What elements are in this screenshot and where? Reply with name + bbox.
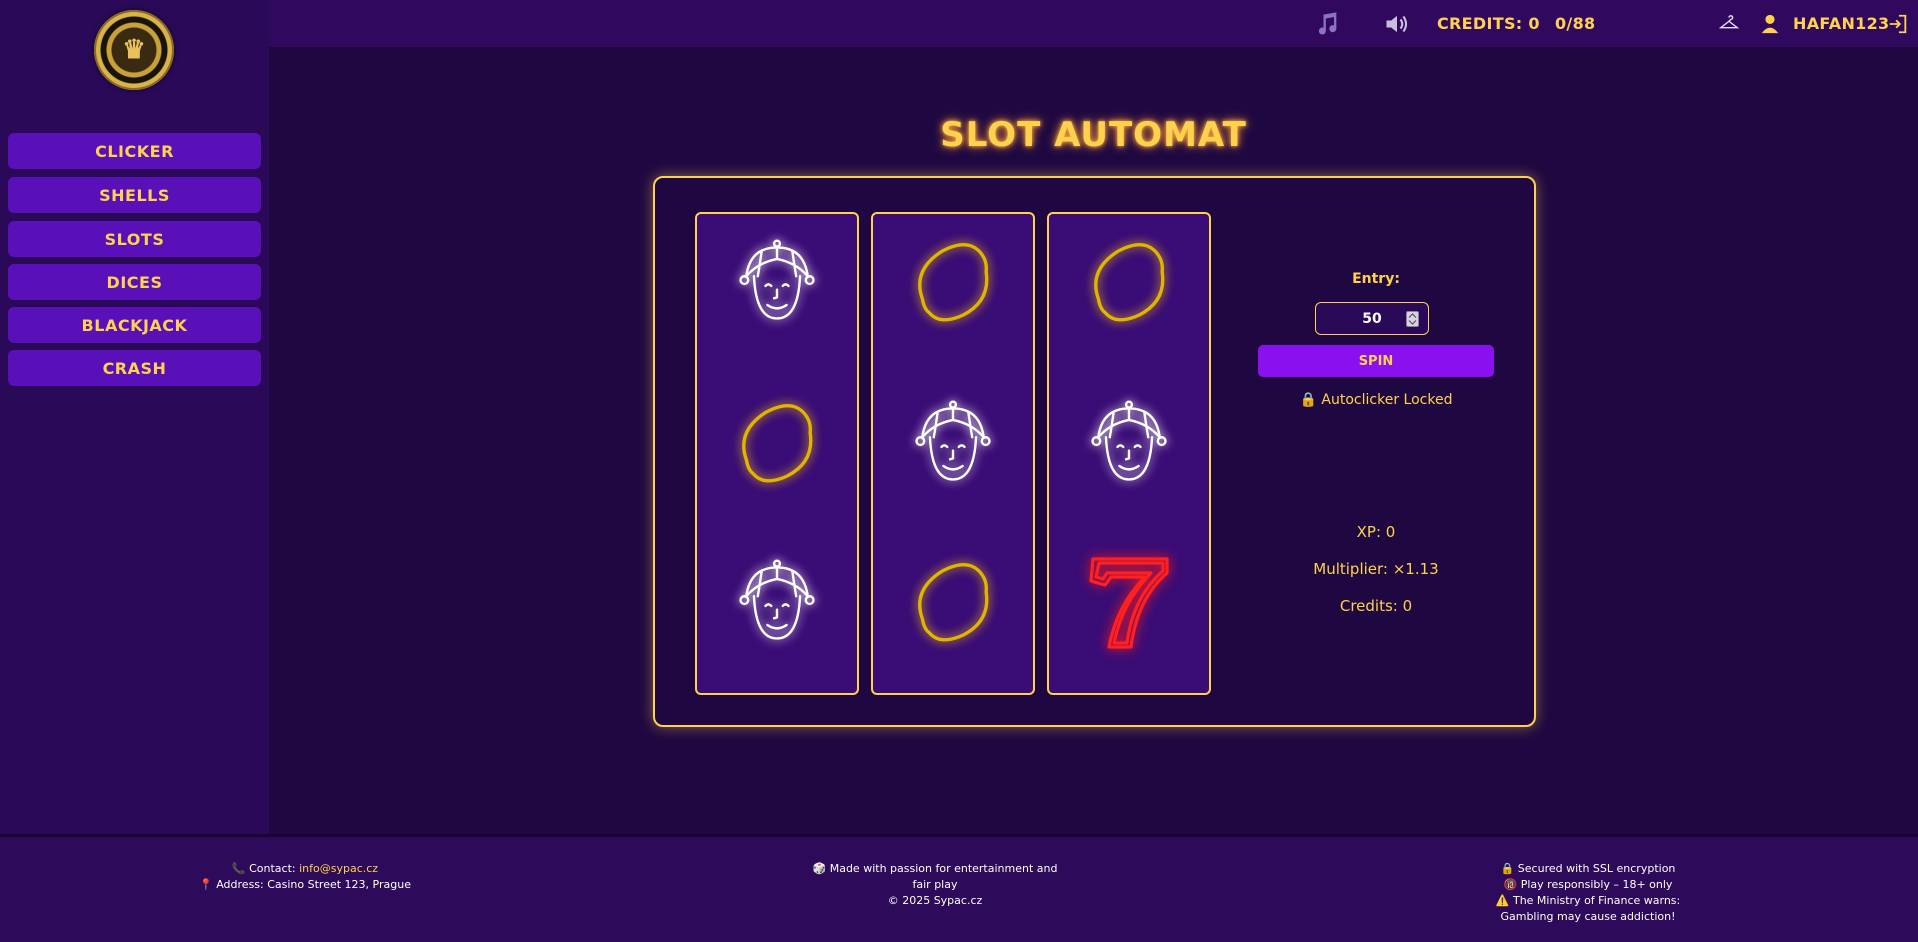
lock-icon: 🔒	[1500, 862, 1515, 875]
lock-icon: 🔒	[1299, 392, 1317, 408]
jester-icon	[697, 547, 857, 657]
sidebar-item-clicker[interactable]: CLICKER	[8, 133, 261, 169]
sidebar-item-slots[interactable]: SLOTS	[8, 221, 261, 257]
contact-email-link[interactable]: info@sypac.cz	[299, 862, 378, 875]
logout-icon[interactable]	[1887, 0, 1909, 47]
phone-icon: 📞	[231, 862, 246, 875]
entry-label: Entry:	[1352, 271, 1400, 287]
copyright: © 2025 Sypac.cz	[887, 894, 983, 907]
warning-icon: ⚠️	[1495, 894, 1510, 907]
sidebar: ♛ CLICKER SHELLS SLOTS DICES BLACKJACK C…	[0, 0, 269, 834]
reel-1	[695, 212, 859, 695]
logo-mark-icon: ♛	[122, 35, 146, 65]
seven-icon	[1049, 547, 1209, 657]
sidebar-item-blackjack[interactable]: BLACKJACK	[8, 307, 261, 343]
speaker-icon[interactable]	[1383, 0, 1411, 47]
contact-line: 📞 Contact: info@sypac.cz	[180, 861, 430, 877]
sidebar-item-crash[interactable]: CRASH	[8, 350, 261, 386]
hanger-icon[interactable]	[1718, 0, 1740, 47]
lemon-icon	[873, 547, 1033, 657]
lemon-icon	[697, 388, 857, 498]
jester-icon	[873, 388, 1033, 498]
jester-icon	[1049, 388, 1209, 498]
ssl-line: 🔒 Secured with SSL encryption	[1468, 861, 1708, 877]
footer-contact: 📞 Contact: info@sypac.cz 📍 Address: Casi…	[180, 861, 430, 893]
dice-icon: 🎲	[812, 862, 827, 875]
sidebar-item-dices[interactable]: DICES	[8, 264, 261, 300]
casino-chip-logo[interactable]: ♛	[94, 10, 174, 90]
page-title: SLOT AUTOMAT	[940, 115, 1247, 155]
responsible-text: Play responsibly – 18+ only	[1520, 878, 1673, 891]
footer: 📞 Contact: info@sypac.cz 📍 Address: Casi…	[0, 834, 1918, 942]
jester-icon	[697, 227, 857, 337]
entry-stepper[interactable]	[1406, 311, 1419, 327]
music-note-icon[interactable]	[1313, 0, 1341, 47]
no-entry-icon: 🔞	[1503, 878, 1518, 891]
spin-button[interactable]: SPIN	[1258, 345, 1494, 377]
credits-display: CREDITS: 0	[1437, 14, 1540, 33]
made-with-text: Made with passion for entertainment and …	[829, 862, 1058, 891]
credits-stat: Credits: 0	[1339, 597, 1413, 615]
ssl-text: Secured with SSL encryption	[1517, 862, 1676, 875]
username-label[interactable]: HAFAN123	[1793, 0, 1889, 47]
footer-about: 🎲 Made with passion for entertainment an…	[810, 861, 1060, 909]
made-with-line: 🎲 Made with passion for entertainment an…	[810, 861, 1060, 893]
address-line: 📍 Address: Casino Street 123, Prague	[180, 877, 430, 893]
user-icon[interactable]	[1759, 0, 1781, 47]
footer-legal: 🔒 Secured with SSL encryption 🔞 Play res…	[1468, 861, 1708, 925]
reel-2	[871, 212, 1035, 695]
lemon-icon	[1049, 227, 1209, 337]
xp-display: XP: 0	[1356, 523, 1396, 541]
top-bar: CREDITS: 0 0/88 HAFAN123	[269, 0, 1918, 47]
progress-counter: 0/88	[1555, 14, 1596, 33]
lemon-icon	[873, 227, 1033, 337]
slot-machine-frame	[653, 176, 1536, 727]
autoclicker-label: Autoclicker Locked	[1321, 392, 1453, 408]
responsible-line: 🔞 Play responsibly – 18+ only	[1468, 877, 1708, 893]
warning-line: ⚠️ The Ministry of Finance warns: Gambli…	[1468, 893, 1708, 925]
address-text: Address: Casino Street 123, Prague	[216, 878, 411, 891]
reel-3	[1047, 212, 1211, 695]
autoclicker-status: 🔒 Autoclicker Locked	[1248, 392, 1504, 408]
sidebar-item-shells[interactable]: SHELLS	[8, 177, 261, 213]
multiplier-display: Multiplier: ×1.13	[1313, 560, 1439, 578]
contact-label: Contact:	[249, 862, 300, 875]
pin-icon: 📍	[199, 878, 213, 891]
warning-text: The Ministry of Finance warns: Gambling …	[1500, 894, 1681, 923]
